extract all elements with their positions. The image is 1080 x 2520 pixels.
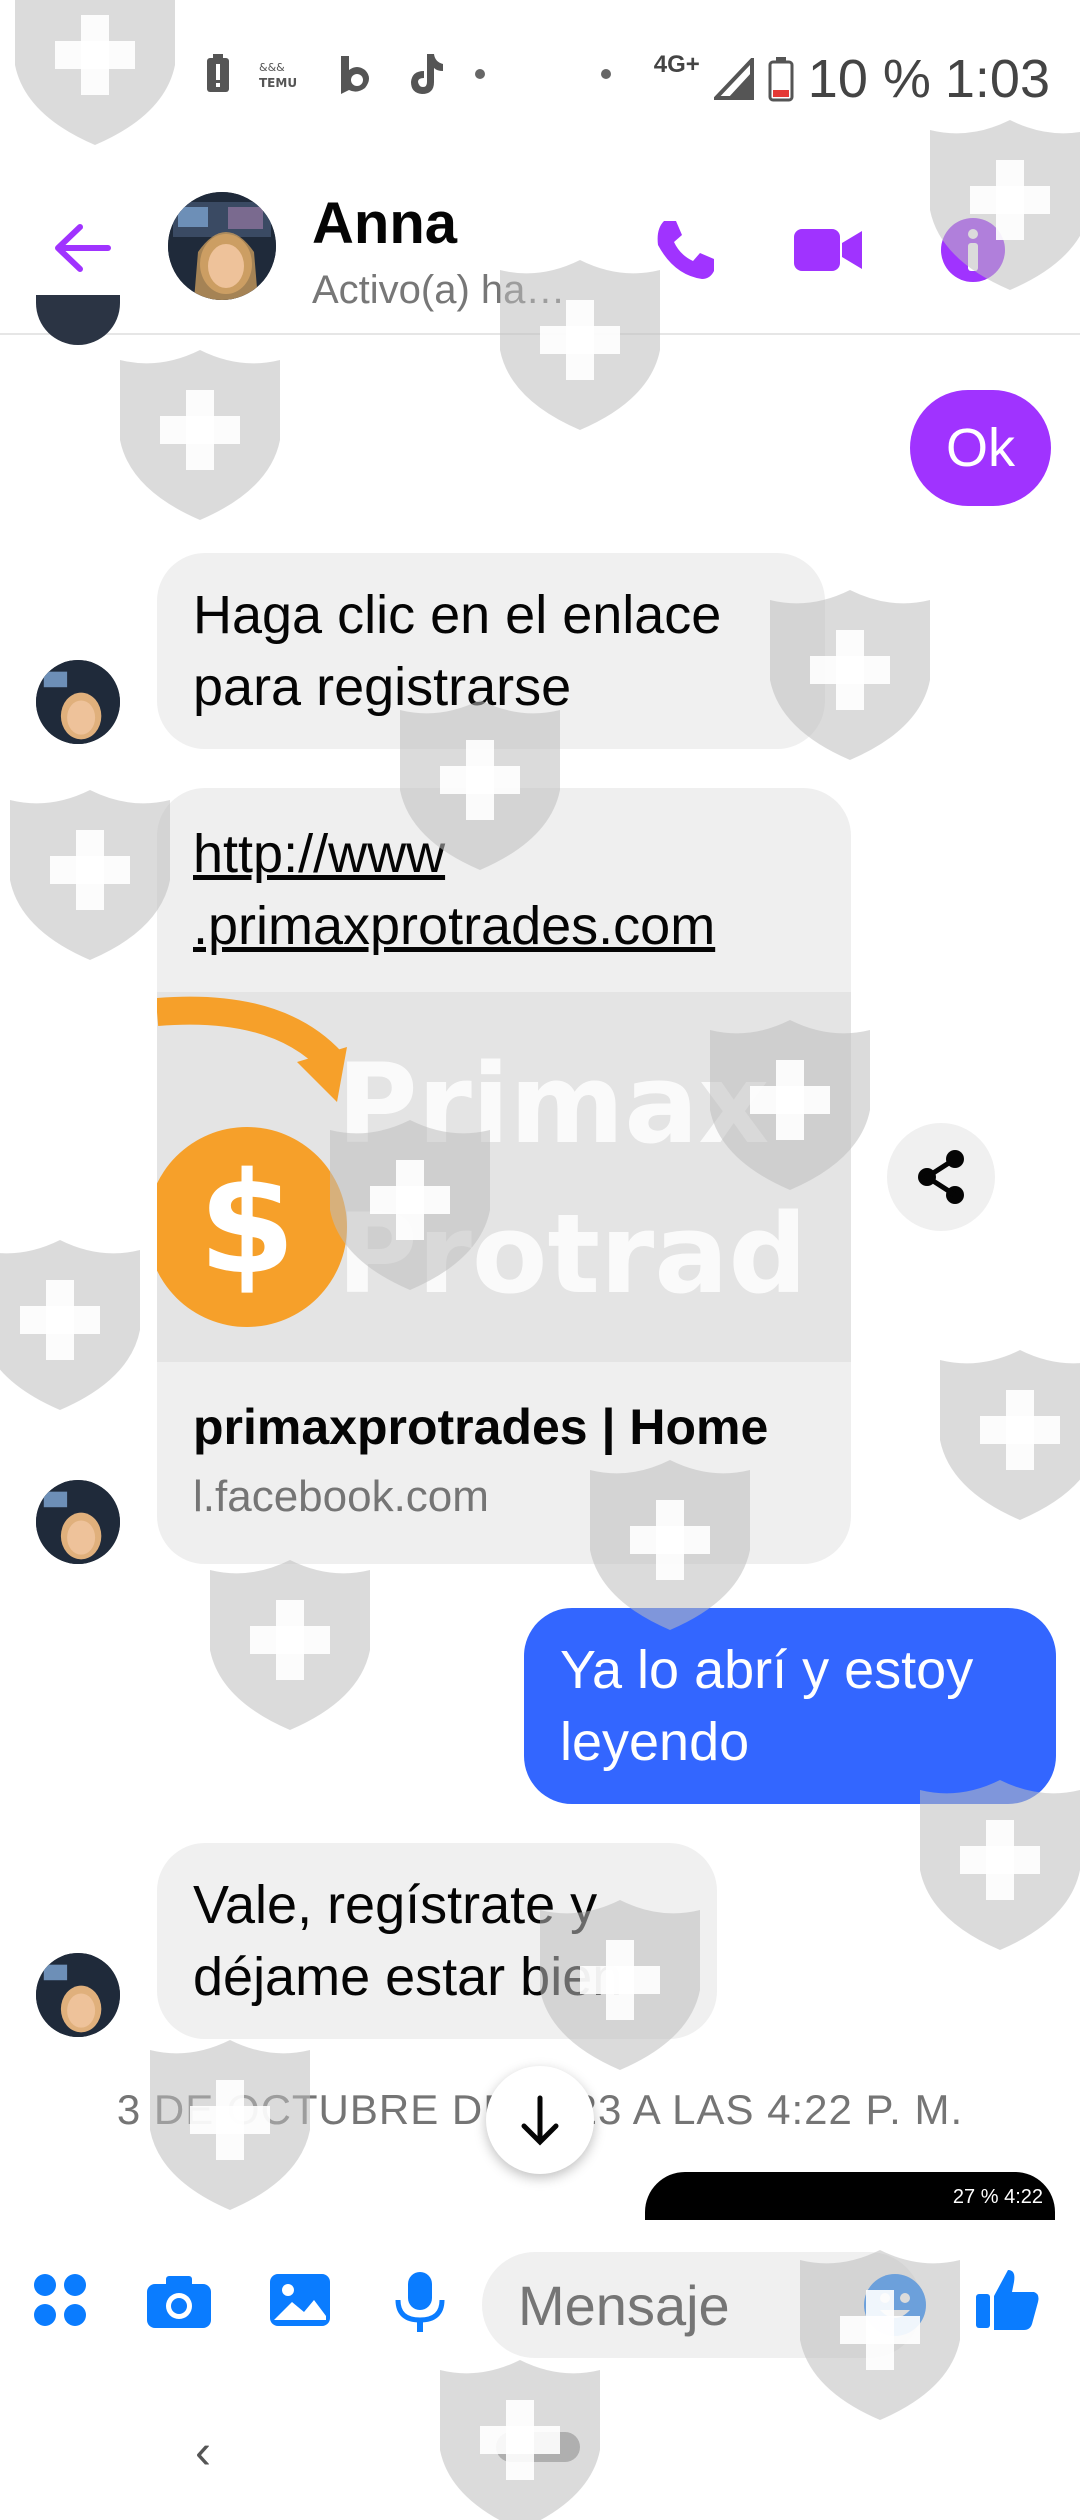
link-url[interactable]: http://www .primaxprotrades.com bbox=[193, 818, 715, 962]
battery-alert-icon bbox=[207, 54, 229, 92]
contact-avatar-small bbox=[36, 295, 120, 345]
embedded-screenshot-statusbar: 27 % 4:22 bbox=[645, 2172, 1055, 2220]
nav-back-icon[interactable]: ‹ bbox=[195, 2425, 211, 2480]
message-input[interactable] bbox=[482, 2252, 922, 2358]
link-domain: l.facebook.com bbox=[193, 1472, 489, 1521]
dot-icon bbox=[601, 69, 611, 79]
notification-icons: &&& TEMU bbox=[205, 52, 611, 96]
contact-status: Activo(a) ha… bbox=[312, 268, 566, 312]
outgoing-message[interactable]: Ok bbox=[910, 390, 1052, 506]
battery-percent: 10 % bbox=[807, 49, 931, 109]
tiktok-icon bbox=[411, 54, 443, 94]
clock: 1:03 bbox=[944, 49, 1050, 109]
svg-text:Protrad: Protrad bbox=[337, 1190, 807, 1318]
temu-icon: &&& TEMU bbox=[259, 61, 297, 89]
like-icon[interactable] bbox=[972, 2264, 1042, 2334]
system-nav-bar: ‹ bbox=[0, 2380, 1080, 2520]
video-icon[interactable] bbox=[790, 215, 866, 285]
mini-status-text: 27 % 4:22 bbox=[952, 2186, 1043, 2208]
signal-icon bbox=[713, 58, 754, 100]
arrow-down-icon bbox=[521, 2095, 559, 2146]
contact-avatar-small[interactable] bbox=[36, 1480, 120, 1564]
contact-avatar-small[interactable] bbox=[36, 1953, 120, 2037]
svg-text:$: $ bbox=[198, 1143, 295, 1306]
link-preview-image[interactable]: $ Primax Protrad bbox=[157, 992, 851, 1362]
outgoing-message[interactable]: Ya lo abrí y estoy leyendo bbox=[524, 1608, 1056, 1804]
status-right: 4G+ 10 % 1:03 bbox=[654, 48, 1050, 110]
contact-avatar-small[interactable] bbox=[36, 660, 120, 744]
battery-icon bbox=[768, 57, 794, 102]
nav-home-pill[interactable] bbox=[496, 2432, 580, 2462]
gallery-icon[interactable] bbox=[268, 2270, 332, 2330]
network-label: 4G+ bbox=[653, 51, 700, 78]
link-title[interactable]: primaxprotrades | Home bbox=[193, 1398, 768, 1456]
share-icon bbox=[918, 1150, 964, 1204]
scroll-down-button[interactable] bbox=[486, 2066, 594, 2174]
emoji-icon[interactable] bbox=[862, 2272, 928, 2338]
info-icon[interactable] bbox=[938, 215, 1008, 285]
message-composer bbox=[0, 2240, 1080, 2370]
svg-text:&&&: &&& bbox=[259, 61, 285, 74]
apps-icon[interactable] bbox=[30, 2270, 90, 2330]
incoming-message[interactable]: Vale, regístrate y déjame estar bien bbox=[157, 1843, 717, 2039]
dot-icon bbox=[475, 69, 485, 79]
microphone-icon[interactable] bbox=[392, 2270, 448, 2334]
status-bar: &&& TEMU 4G+ 10 % 1:03 bbox=[0, 0, 1080, 170]
back-arrow-icon[interactable] bbox=[50, 215, 116, 281]
contact-avatar[interactable] bbox=[168, 192, 276, 300]
share-button[interactable] bbox=[887, 1123, 995, 1231]
link-preview-card[interactable]: http://www .primaxprotrades.com $ Primax… bbox=[157, 788, 851, 1564]
contact-name[interactable]: Anna bbox=[312, 190, 457, 257]
incoming-message[interactable]: Haga clic en el enlace para registrarse bbox=[157, 553, 825, 749]
svg-text:TEMU: TEMU bbox=[259, 76, 297, 89]
svg-text:Primax: Primax bbox=[337, 1040, 769, 1168]
chat-header: Anna Activo(a) ha… bbox=[0, 170, 1080, 335]
camera-icon[interactable] bbox=[144, 2270, 214, 2330]
primax-logo: $ Primax Protrad bbox=[157, 996, 807, 1327]
phone-icon[interactable] bbox=[650, 215, 720, 285]
beat-icon bbox=[341, 56, 369, 94]
